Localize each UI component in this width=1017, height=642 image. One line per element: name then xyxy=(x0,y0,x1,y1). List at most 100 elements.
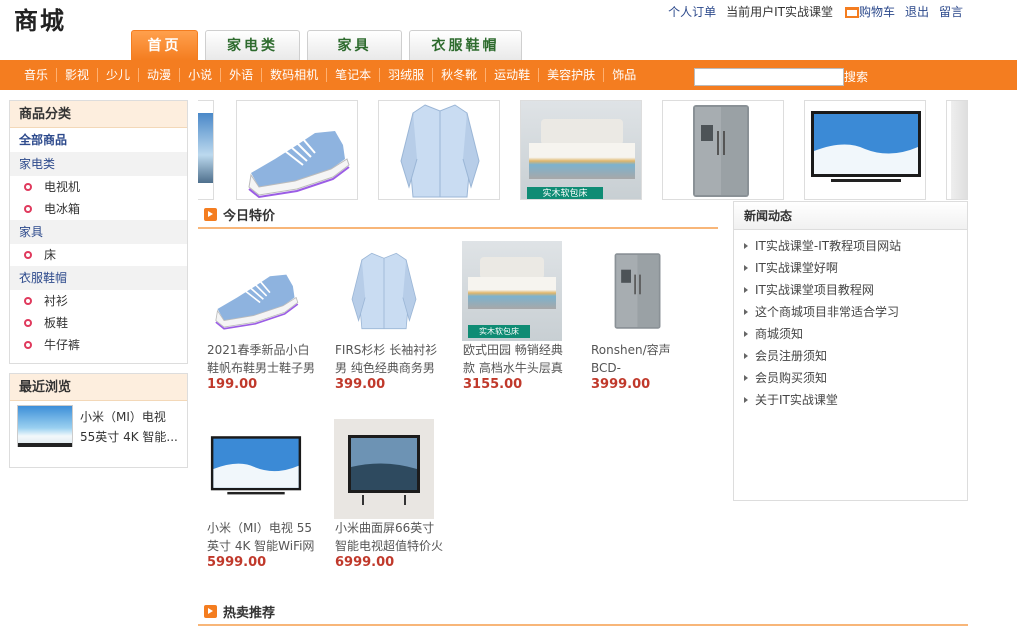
product-price: 3999.00 xyxy=(591,377,651,392)
category-item-label: 床 xyxy=(44,248,57,262)
category-item-bed[interactable]: 床 xyxy=(10,244,187,266)
bullet-icon xyxy=(24,205,32,213)
search-input[interactable] xyxy=(694,68,844,86)
product-name[interactable]: 2021春季新品小白鞋帆布鞋男士鞋子男 xyxy=(207,341,317,377)
carousel-item[interactable] xyxy=(378,100,500,200)
nav-item-cameras[interactable]: 数码相机 xyxy=(262,68,328,82)
carousel-item[interactable] xyxy=(662,100,784,200)
cart-link[interactable]: 购物车 xyxy=(843,3,895,20)
product-card[interactable]: 小米曲面屏66英寸智能电视超值特价火 6999.00 xyxy=(326,419,446,579)
category-item-label: 电冰箱 xyxy=(44,202,81,216)
nav-item-accessories[interactable]: 饰品 xyxy=(604,68,644,82)
bullet-icon xyxy=(24,341,32,349)
product-image[interactable] xyxy=(334,241,434,341)
product-card[interactable]: 实木软包床 欧式田园 畅销经典款 高档水牛头层真 3155.00 xyxy=(454,241,574,401)
category-item-fridge[interactable]: 电冰箱 xyxy=(10,198,187,220)
triangle-right-icon xyxy=(744,309,748,315)
nav-item-anime[interactable]: 动漫 xyxy=(139,68,181,82)
logout-link[interactable]: 退出 xyxy=(905,3,929,20)
product-image[interactable] xyxy=(334,419,434,519)
news-item-label: IT实战课堂项目教程网 xyxy=(755,283,874,297)
news-item[interactable]: 这个商城项目非常适合学习 xyxy=(734,301,967,323)
bullet-icon xyxy=(24,319,32,327)
site-logo[interactable]: 商城 xyxy=(14,6,124,36)
product-image[interactable] xyxy=(206,241,306,341)
tab-home[interactable]: 首页 xyxy=(131,30,198,60)
nav-item-languages[interactable]: 外语 xyxy=(221,68,263,82)
arrow-right-icon xyxy=(204,207,217,221)
today-special-header: 今日特价 xyxy=(198,201,718,229)
product-name[interactable]: Ronshen/容声 BCD-632WD11HAP xyxy=(591,341,701,377)
triangle-right-icon xyxy=(744,265,748,271)
tv-curved-image xyxy=(348,435,420,505)
product-card[interactable]: 2021春季新品小白鞋帆布鞋男士鞋子男 199.00 xyxy=(198,241,318,401)
news-item-label: 会员购买须知 xyxy=(755,371,828,385)
tv-image xyxy=(811,111,921,182)
nav-item-novels[interactable]: 小说 xyxy=(180,68,222,82)
recent-item-image[interactable] xyxy=(17,405,73,447)
news-item-label: 商城须知 xyxy=(755,327,804,341)
fridge-image xyxy=(693,105,749,197)
category-item-label: 电视机 xyxy=(44,180,81,194)
category-group-clothing[interactable]: 衣服鞋帽 xyxy=(10,266,187,290)
sneaker-image xyxy=(248,131,350,199)
carousel-item[interactable] xyxy=(946,100,968,200)
news-item[interactable]: IT实战课堂-IT教程项目网站 xyxy=(734,235,967,257)
news-item[interactable]: IT实战课堂好啊 xyxy=(734,257,967,279)
orders-link[interactable]: 个人订单 xyxy=(668,3,716,20)
category-nav: 音乐 影视 少儿 动漫 小说 外语 数码相机 笔记本 羽绒服 秋冬靴 运动鞋 美… xyxy=(16,60,644,90)
category-item-sneakers[interactable]: 板鞋 xyxy=(10,312,187,334)
news-item[interactable]: 会员购买须知 xyxy=(734,367,967,389)
nav-item-beauty[interactable]: 美容护肤 xyxy=(539,68,605,82)
nav-item-boots[interactable]: 秋冬靴 xyxy=(433,68,487,82)
shirt-image xyxy=(351,252,417,330)
tab-appliances[interactable]: 家电类 xyxy=(205,30,300,60)
carousel-item[interactable] xyxy=(804,100,926,200)
product-image[interactable] xyxy=(590,241,690,341)
product-name[interactable]: FIRS杉杉 长袖衬衫男 纯色经典商务男 xyxy=(335,341,445,377)
news-item[interactable]: 关于IT实战课堂 xyxy=(734,389,967,411)
product-image[interactable]: 实木软包床 xyxy=(462,241,562,341)
news-item[interactable]: IT实战课堂项目教程网 xyxy=(734,279,967,301)
product-price: 3155.00 xyxy=(463,377,523,392)
category-item-tv[interactable]: 电视机 xyxy=(10,176,187,198)
category-group-furniture[interactable]: 家具 xyxy=(10,220,187,244)
nav-item-movies[interactable]: 影视 xyxy=(57,68,99,82)
product-card[interactable]: FIRS杉杉 长袖衬衫男 纯色经典商务男 399.00 xyxy=(326,241,446,401)
product-card[interactable]: Ronshen/容声 BCD-632WD11HAP 3999.00 xyxy=(582,241,702,401)
nav-item-sneakers[interactable]: 运动鞋 xyxy=(486,68,540,82)
tab-clothing[interactable]: 衣服鞋帽 xyxy=(409,30,522,60)
hot-recommend-header: 热卖推荐 xyxy=(198,598,968,626)
cart-label: 购物车 xyxy=(858,5,895,19)
category-panel-title: 商品分类 xyxy=(10,101,187,128)
nav-item-music[interactable]: 音乐 xyxy=(16,68,58,82)
product-name[interactable]: 欧式田园 畅销经典款 高档水牛头层真 xyxy=(463,341,573,377)
current-user-text: 当前用户IT实战课堂 xyxy=(726,5,833,19)
news-item[interactable]: 会员注册须知 xyxy=(734,345,967,367)
nav-item-laptops[interactable]: 笔记本 xyxy=(327,68,381,82)
category-item-shirt[interactable]: 衬衫 xyxy=(10,290,187,312)
product-carousel: 实木软包床 xyxy=(198,100,968,200)
tab-furniture[interactable]: 家具 xyxy=(307,30,402,60)
category-item-jeans[interactable]: 牛仔裤 xyxy=(10,334,187,356)
triangle-right-icon xyxy=(744,243,748,249)
category-group-appliances[interactable]: 家电类 xyxy=(10,152,187,176)
product-name[interactable]: 小米曲面屏66英寸智能电视超值特价火 xyxy=(335,519,445,555)
carousel-item[interactable] xyxy=(236,100,358,200)
news-panel-title: 新闻动态 xyxy=(734,202,967,230)
message-link[interactable]: 留言 xyxy=(939,3,963,20)
recent-item-name[interactable]: 小米（MI）电视55英寸 4K 智能... xyxy=(80,407,180,447)
bed-tag-label: 实木软包床 xyxy=(527,187,603,199)
search-button[interactable]: 搜索 xyxy=(844,69,868,85)
category-all[interactable]: 全部商品 xyxy=(10,128,187,152)
nav-item-kids[interactable]: 少儿 xyxy=(98,68,140,82)
category-item-label: 牛仔裤 xyxy=(44,338,81,352)
carousel-item[interactable]: 实木软包床 xyxy=(520,100,642,200)
news-item-label: 这个商城项目非常适合学习 xyxy=(755,305,900,319)
nav-item-down-jackets[interactable]: 羽绒服 xyxy=(380,68,434,82)
product-card[interactable]: 小米（MI）电视 55英寸 4K 智能WiFi网 5999.00 xyxy=(198,419,318,579)
product-image[interactable] xyxy=(206,419,306,519)
carousel-item[interactable] xyxy=(198,100,214,200)
product-name[interactable]: 小米（MI）电视 55英寸 4K 智能WiFi网 xyxy=(207,519,317,555)
news-item[interactable]: 商城须知 xyxy=(734,323,967,345)
